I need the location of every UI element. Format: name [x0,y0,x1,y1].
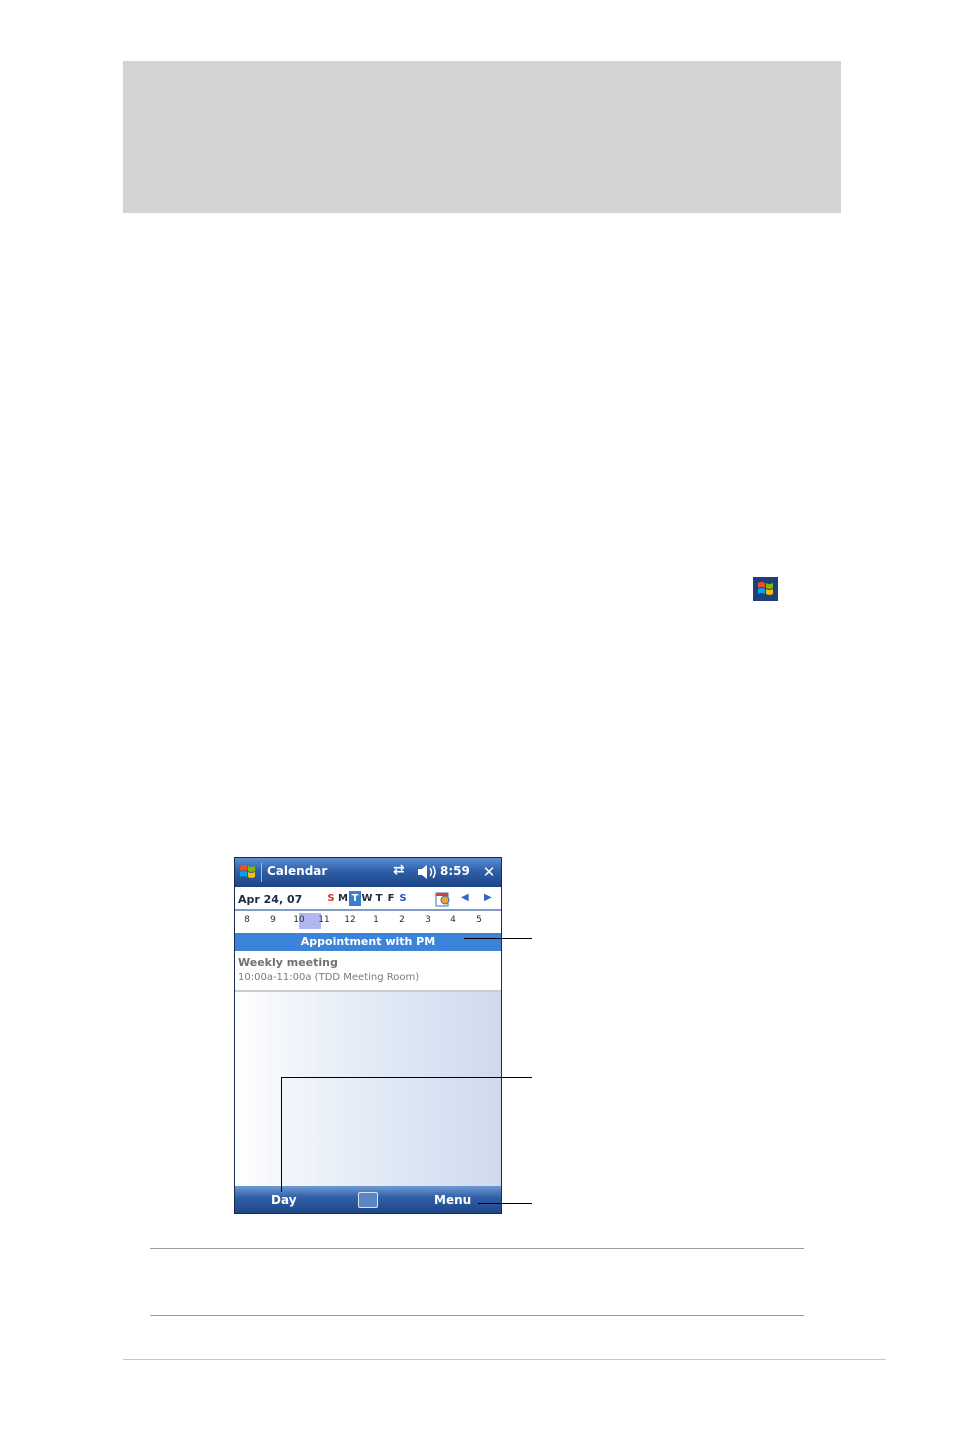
callout-line-view-vertical [281,1077,282,1192]
event-title: Weekly meeting [238,956,338,969]
header-band [123,61,841,213]
softkey-bar: Day Menu [235,1186,501,1213]
week-strip: S M T W T F S [325,891,409,907]
hour-label: 8 [244,915,250,925]
day-sunday[interactable]: S [325,891,337,906]
appointment-banner[interactable]: Appointment with PM [235,933,501,951]
day-softkey[interactable]: Day [271,1193,297,1207]
close-icon[interactable]: ✕ [479,862,499,882]
go-to-today-icon[interactable] [435,890,451,907]
note-rule-top [150,1248,804,1249]
next-week-icon[interactable]: ▶ [484,892,492,903]
hour-label: 2 [399,915,405,925]
clock[interactable]: 8:59 [440,864,470,878]
day-monday[interactable]: M [337,891,349,906]
hour-label: 5 [476,915,482,925]
title-bar: Calendar ⇄ 8:59 ✕ [235,858,501,887]
title-separator [261,863,262,882]
hour-label: 1 [373,915,379,925]
previous-week-icon[interactable]: ◀ [461,892,469,903]
callout-line-view [281,1077,532,1078]
hour-label: 10 [293,915,305,925]
event-time: 10:00a-11:00a (TDD Meeting Room) [238,972,420,983]
footer-rule [123,1359,886,1360]
menu-softkey[interactable]: Menu [434,1193,471,1207]
date-bar: Apr 24, 07 S M T W T F S ◀ ▶ [235,887,501,911]
callout-line-appointment [464,938,532,939]
hour-label: 11 [318,915,330,925]
day-wednesday[interactable]: W [361,891,373,906]
app-title: Calendar [267,864,328,878]
hour-label: 3 [425,915,431,925]
hour-label: 9 [270,915,276,925]
agenda-empty-area[interactable] [235,992,501,1186]
hour-strip: 8 9 10 11 12 1 2 3 4 5 [235,911,501,931]
sync-icon[interactable]: ⇄ [393,862,405,878]
day-saturday[interactable]: S [397,891,409,906]
current-date: Apr 24, 07 [238,893,303,906]
start-menu-icon[interactable] [238,862,258,882]
keyboard-icon[interactable] [358,1192,378,1208]
callout-line-menu [478,1203,532,1204]
calendar-screenshot: Calendar ⇄ 8:59 ✕ Apr 24, 07 S M T W T F… [234,857,502,1214]
note-rule-bottom [150,1315,804,1316]
day-friday[interactable]: F [385,891,397,906]
list-item[interactable]: Weekly meeting 10:00a-11:00a (TDD Meetin… [235,952,501,992]
day-thursday[interactable]: T [373,891,385,906]
hour-label: 12 [344,915,356,925]
speaker-icon[interactable] [416,863,438,881]
windows-start-icon [753,577,778,601]
hour-label: 4 [450,915,456,925]
day-tuesday[interactable]: T [349,891,361,906]
